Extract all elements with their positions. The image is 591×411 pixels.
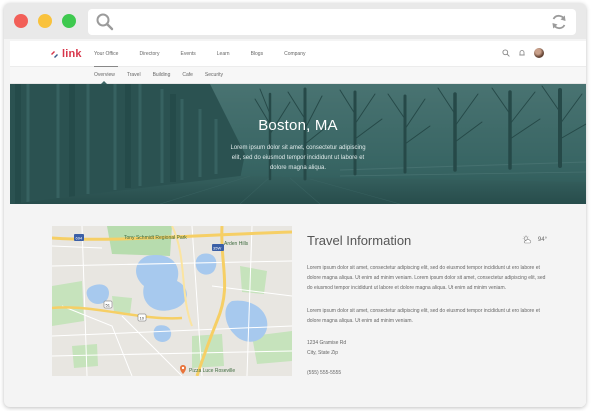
location-map[interactable]: 694 51 35W 10 Tony Schmidt Regional Park…: [52, 226, 292, 376]
top-navigation: link Your Office Directory Events Learn …: [10, 41, 586, 67]
sub-menu: Overview Travel Building Cafe Security: [94, 67, 235, 84]
bell-icon[interactable]: [518, 49, 526, 57]
nav-item-events[interactable]: Events: [180, 41, 195, 67]
sun-cloud-icon: [522, 235, 532, 244]
minimize-window-button[interactable]: [38, 14, 52, 28]
travel-section: 694 51 35W 10 Tony Schmidt Regional Park…: [10, 204, 586, 407]
temperature: 94°: [537, 236, 547, 243]
map-hwy-label-4: 10: [140, 316, 145, 321]
tab-travel[interactable]: Travel: [127, 67, 141, 84]
info-paragraph-1: Lorem ipsum dolor sit amet, consectetur …: [307, 265, 546, 291]
nav-item-your-office[interactable]: Your Office: [94, 41, 119, 67]
weather-widget: 94°: [522, 235, 547, 244]
travel-info-panel: Travel Information 94° Lorem ipsum dolor…: [307, 233, 549, 378]
sub-navigation: Overview Travel Building Cafe Security: [10, 67, 586, 84]
address-line-2: City, State Zip: [307, 350, 339, 356]
site-logo[interactable]: link: [50, 47, 82, 61]
tab-overview[interactable]: Overview: [94, 67, 115, 84]
search-icon[interactable]: [502, 49, 510, 57]
tab-security[interactable]: Security: [205, 67, 223, 84]
browser-titlebar: [4, 3, 586, 39]
main-menu: Your Office Directory Events Learn Blogs…: [94, 41, 327, 67]
address-bar[interactable]: [88, 9, 576, 35]
map-hwy-label-1: 694: [76, 236, 83, 241]
map-label-pizza: Pizza Luce Roseville: [189, 368, 235, 374]
close-window-button[interactable]: [14, 14, 28, 28]
page-title: Boston, MA: [258, 117, 338, 134]
tab-cafe[interactable]: Cafe: [182, 67, 193, 84]
map-hwy-label-2: 51: [106, 303, 111, 308]
map-label-arden-hills: Arden Hills: [224, 241, 249, 247]
hero-description: Lorem ipsum dolor sit amet, consectetur …: [230, 145, 366, 171]
nav-utilities: [502, 48, 544, 58]
hero-banner: Boston, MA Lorem ipsum dolor sit amet, c…: [10, 84, 586, 204]
address: 1234 Gramise Rd City, State Zip: [307, 338, 549, 358]
map-label-park: Tony Schmidt Regional Park: [124, 235, 187, 241]
nav-item-blogs[interactable]: Blogs: [251, 41, 264, 67]
web-page: link Your Office Directory Events Learn …: [10, 41, 586, 407]
nav-item-company[interactable]: Company: [284, 41, 305, 67]
reload-icon[interactable]: [550, 13, 568, 36]
browser-window: link Your Office Directory Events Learn …: [4, 3, 586, 407]
nav-item-directory[interactable]: Directory: [139, 41, 159, 67]
address-line-1: 1234 Gramise Rd: [307, 340, 347, 346]
info-paragraph-2: Lorem ipsum dolor sit amet, consectetur …: [307, 308, 540, 324]
nav-item-learn[interactable]: Learn: [217, 41, 230, 67]
logo-mark-icon: [51, 50, 58, 58]
avatar[interactable]: [534, 48, 544, 58]
map-hwy-label-3: 35W: [213, 246, 221, 251]
tab-building[interactable]: Building: [153, 67, 171, 84]
section-title: Travel Information: [307, 233, 412, 248]
phone-number[interactable]: (555) 555-5555: [307, 368, 549, 378]
search-icon: [96, 13, 114, 36]
maximize-window-button[interactable]: [62, 14, 76, 28]
logo-text: link: [62, 48, 82, 60]
